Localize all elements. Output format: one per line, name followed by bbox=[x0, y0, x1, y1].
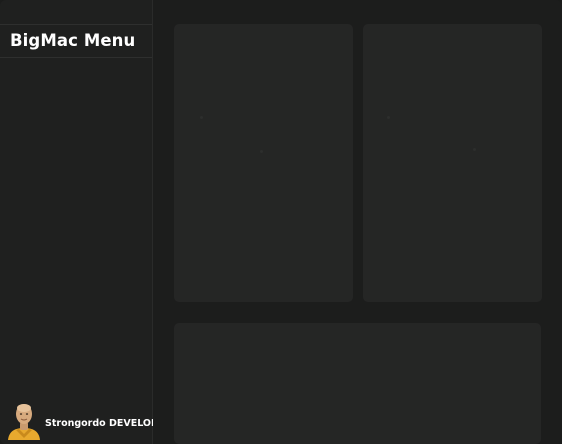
content-panel-bottom bbox=[174, 323, 541, 444]
app-window: BigMac Menu Strongordo DEVELOPER bbox=[0, 0, 562, 444]
placeholder-dot bbox=[473, 148, 476, 151]
placeholder-dot bbox=[387, 116, 390, 119]
avatar[interactable] bbox=[6, 400, 42, 440]
content-panel-top-left bbox=[174, 24, 353, 302]
content-panel-top-right bbox=[363, 24, 542, 302]
user-avatar-icon bbox=[8, 404, 40, 440]
sidebar-title-divider bbox=[0, 57, 152, 58]
placeholder-dot bbox=[260, 150, 263, 153]
placeholder-dot bbox=[200, 116, 203, 119]
sidebar: BigMac Menu Strongordo DEVELOPER bbox=[0, 0, 172, 444]
user-profile[interactable]: Strongordo DEVELOPER bbox=[6, 400, 172, 440]
sidebar-top-divider bbox=[0, 24, 152, 25]
menu-title: BigMac Menu bbox=[10, 31, 136, 50]
main-content bbox=[153, 0, 562, 444]
